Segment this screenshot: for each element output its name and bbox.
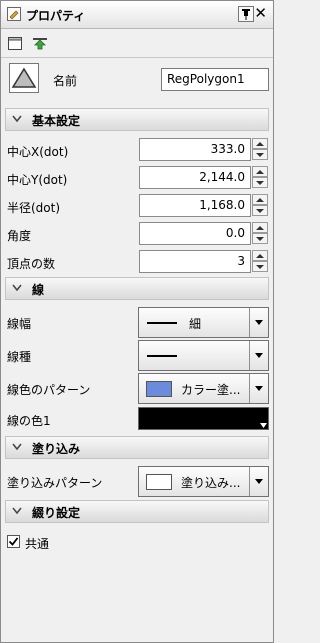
fill-pattern-label: 塗り込みパターン xyxy=(7,476,103,490)
angle-label: 角度 xyxy=(7,229,32,243)
pin-icon xyxy=(242,9,250,20)
center-x-input[interactable]: 333.0 xyxy=(139,138,251,161)
line-sample xyxy=(147,322,177,324)
center-y-spinner[interactable] xyxy=(252,166,268,189)
section-title: 綴り設定 xyxy=(32,506,81,520)
checkmark-icon xyxy=(8,537,19,546)
radius-label: 半径(dot) xyxy=(7,201,61,215)
green-arrow-icon[interactable] xyxy=(33,37,47,50)
spin-up-icon[interactable] xyxy=(252,222,268,233)
section-title: 基本設定 xyxy=(32,114,81,128)
center-x-spinner[interactable] xyxy=(252,138,268,161)
line-color-pattern-select[interactable]: カラー塗... xyxy=(138,373,269,404)
section-hatch-settings[interactable]: 綴り設定 xyxy=(5,500,269,523)
line-type-label: 線種 xyxy=(7,350,32,364)
line-sample xyxy=(147,355,177,357)
title-bar: プロパティ ✕ xyxy=(1,1,273,29)
angle-spinner[interactable] xyxy=(252,222,268,245)
section-title: 塗り込み xyxy=(32,442,81,456)
radius-spinner[interactable] xyxy=(252,194,268,217)
spin-up-icon[interactable] xyxy=(252,138,268,149)
line-color-pattern-label: 線色のパターン xyxy=(7,383,91,397)
panel-title: プロパティ xyxy=(26,9,86,23)
section-line[interactable]: 線 xyxy=(5,277,269,300)
chevron-down-icon xyxy=(12,115,22,123)
section-title: 線 xyxy=(32,283,45,297)
dropdown-arrow-icon[interactable] xyxy=(249,467,268,496)
dropdown-arrow-icon xyxy=(260,423,267,428)
name-input[interactable]: RegPolygon1 xyxy=(161,68,269,91)
section-basic-settings[interactable]: 基本設定 xyxy=(5,108,269,131)
line-width-value: 細 xyxy=(189,317,202,331)
color-swatch xyxy=(146,474,172,490)
vertices-label: 頂点の数 xyxy=(7,257,56,271)
spin-up-icon[interactable] xyxy=(252,250,268,261)
fill-pattern-value: 塗り込み... xyxy=(181,476,241,490)
spin-down-icon[interactable] xyxy=(252,149,268,160)
color-swatch xyxy=(146,381,172,397)
pin-button[interactable] xyxy=(238,6,254,22)
line-color-pattern-value: カラー塗... xyxy=(181,383,241,397)
chevron-down-icon xyxy=(12,284,22,292)
name-label: 名前 xyxy=(53,74,78,88)
center-x-label: 中心X(dot) xyxy=(7,145,69,159)
spin-down-icon[interactable] xyxy=(252,233,268,244)
dropdown-arrow-icon[interactable] xyxy=(249,341,268,370)
radius-input[interactable]: 1,168.0 xyxy=(139,194,251,217)
center-y-input[interactable]: 2,144.0 xyxy=(139,166,251,189)
dropdown-arrow-icon[interactable] xyxy=(249,308,268,337)
spin-up-icon[interactable] xyxy=(252,194,268,205)
shape-preview xyxy=(9,63,39,93)
section-fill[interactable]: 塗り込み xyxy=(5,436,269,459)
dropdown-arrow-icon[interactable] xyxy=(249,374,268,403)
chevron-down-icon xyxy=(12,507,22,515)
vertices-spinner[interactable] xyxy=(252,250,268,273)
toolbar xyxy=(1,29,273,58)
line-type-select[interactable] xyxy=(138,340,269,371)
chevron-down-icon xyxy=(12,443,22,451)
common-checkbox[interactable] xyxy=(7,535,20,548)
fill-pattern-select[interactable]: 塗り込み... xyxy=(138,466,269,497)
rectangle-icon[interactable] xyxy=(8,37,22,50)
common-label: 共通 xyxy=(25,537,50,551)
close-button[interactable]: ✕ xyxy=(254,5,267,22)
line-width-label: 線幅 xyxy=(7,317,32,331)
angle-input[interactable]: 0.0 xyxy=(139,222,251,245)
triangle-shape-icon xyxy=(11,67,37,88)
line-color1-picker[interactable] xyxy=(138,407,269,430)
line-width-select[interactable]: 細 xyxy=(138,307,269,338)
line-color1-label: 線の色1 xyxy=(7,414,51,428)
properties-icon xyxy=(7,7,21,21)
spin-up-icon[interactable] xyxy=(252,166,268,177)
vertices-input[interactable]: 3 xyxy=(139,250,251,273)
spin-down-icon[interactable] xyxy=(252,261,268,272)
spin-down-icon[interactable] xyxy=(252,177,268,188)
center-y-label: 中心Y(dot) xyxy=(7,173,68,187)
properties-panel: プロパティ ✕ 名前 RegPolygon1 基本設定 中心X(dot) 333… xyxy=(0,0,274,643)
close-icon: ✕ xyxy=(254,4,267,22)
spin-down-icon[interactable] xyxy=(252,205,268,216)
